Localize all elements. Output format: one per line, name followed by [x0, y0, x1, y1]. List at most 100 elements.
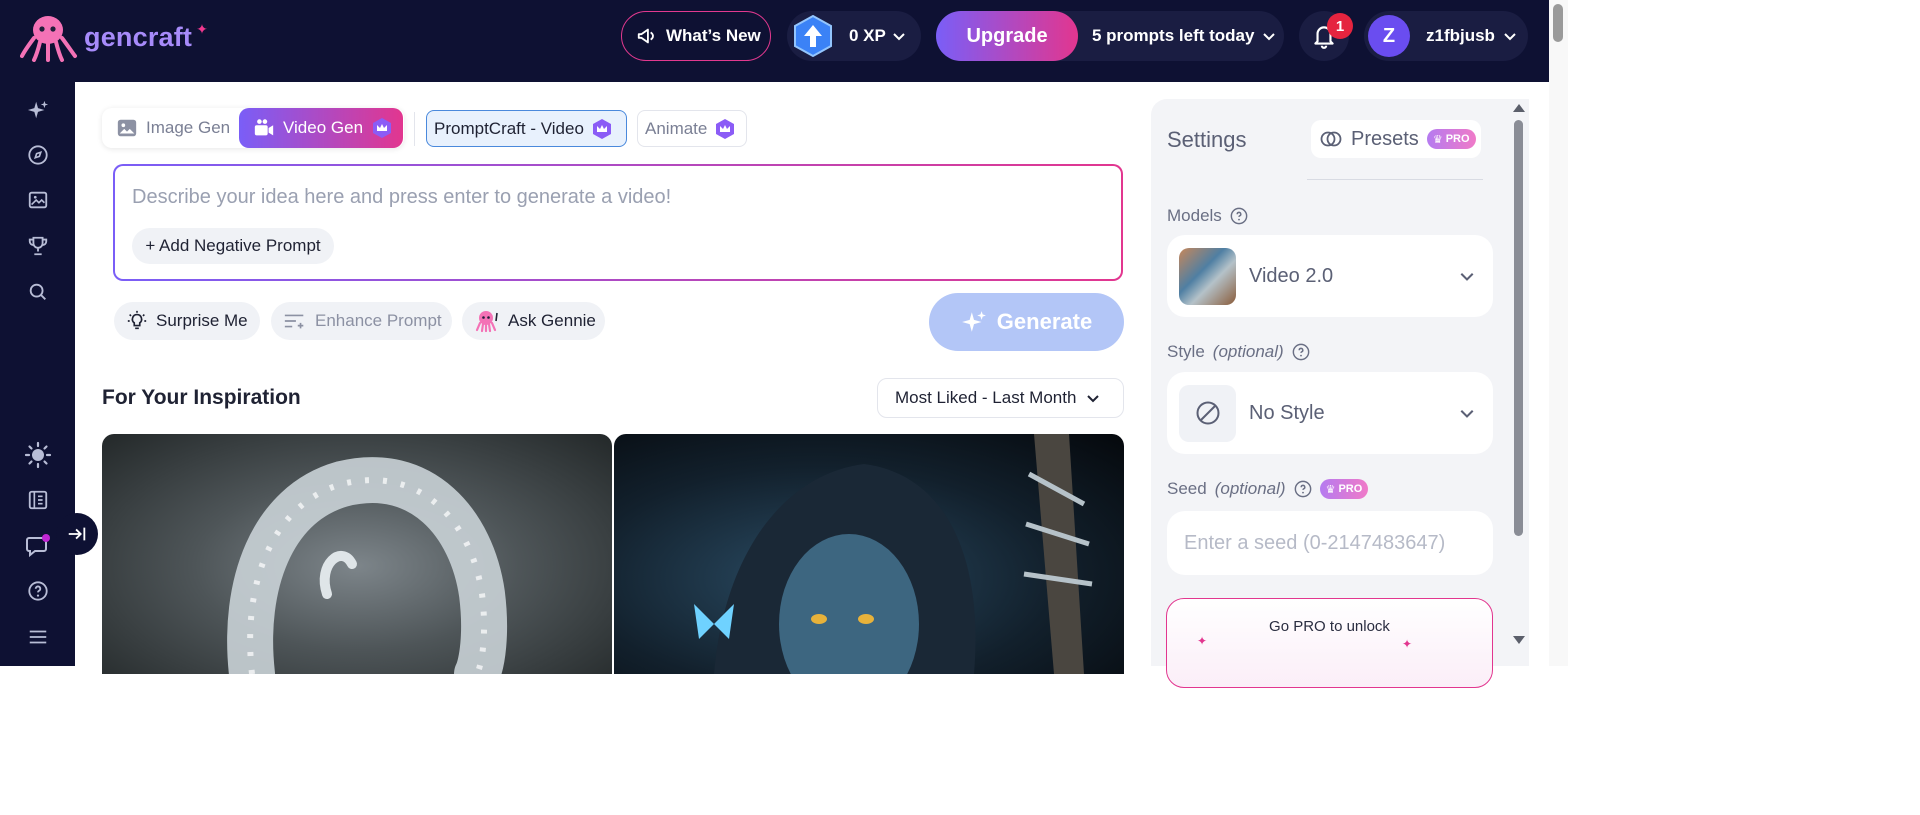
page-scrollbar[interactable] — [1549, 0, 1568, 666]
tab-video-gen-label: Video Gen — [283, 118, 364, 137]
sidebar — [0, 82, 75, 666]
whats-new-label: What’s New — [666, 26, 761, 45]
sparkle-icon: ✦ — [1197, 634, 1208, 648]
prompts-left-label: 5 prompts left today — [1092, 26, 1255, 45]
tabs-divider — [414, 112, 415, 146]
brand-name: gencraft — [84, 21, 193, 52]
compass-icon[interactable] — [24, 141, 52, 169]
go-pro-text: Go PRO to unlock — [1269, 618, 1390, 635]
surprise-me-button[interactable]: Surprise Me — [114, 302, 260, 340]
generate-button[interactable]: Generate — [929, 293, 1124, 351]
tab-video-gen[interactable]: Video Gen — [239, 108, 403, 148]
upgrade-button[interactable]: Upgrade — [936, 11, 1078, 61]
xp-dropdown[interactable]: 0 XP — [787, 11, 921, 61]
trophy-icon[interactable] — [24, 232, 52, 260]
prompt-box: Describe your idea here and press enter … — [113, 164, 1123, 281]
settings-divider — [1307, 179, 1483, 180]
user-menu[interactable]: Z z1fbjusb — [1364, 11, 1528, 61]
inspiration-title: For Your Inspiration — [102, 386, 301, 409]
style-select[interactable]: No Style — [1167, 372, 1493, 454]
lightbulb-icon — [127, 310, 147, 330]
brand-star-icon: ✦ — [196, 20, 209, 37]
gennie-octopus-icon — [475, 311, 498, 333]
sort-select[interactable]: Most Liked - Last Month — [877, 378, 1124, 418]
sparkles-icon — [961, 311, 986, 332]
help-circle-icon[interactable] — [24, 577, 52, 605]
promptcraft-video-chip[interactable]: PromptCraft - Video — [426, 110, 627, 147]
sparkles-icon[interactable] — [24, 96, 52, 124]
octopus-logo-icon — [20, 16, 77, 62]
settings-panel: Settings Presets ♛ PRO Models Video 2.0 … — [1151, 99, 1509, 688]
chevron-down-icon — [1087, 395, 1100, 403]
sort-select-value: Most Liked - Last Month — [895, 388, 1077, 407]
prompt-input[interactable]: Describe your idea here and press enter … — [132, 186, 671, 209]
style-select-value: No Style — [1249, 401, 1325, 424]
help-icon[interactable] — [1294, 480, 1312, 498]
menu-icon[interactable] — [24, 623, 52, 651]
image-icon — [117, 119, 137, 137]
generate-label: Generate — [996, 309, 1093, 334]
mode-tabs: Image Gen Video Gen — [102, 108, 404, 148]
promptcraft-label: PromptCraft - Video — [434, 118, 584, 138]
crystal-ring-image — [227, 457, 508, 674]
notification-count-badge: 1 — [1327, 13, 1353, 39]
megaphone-icon — [637, 28, 654, 44]
journal-icon[interactable] — [24, 486, 52, 514]
video-camera-icon — [254, 119, 274, 136]
top-bar: gencraft ✦ What’s New 0 XP Upgrade 5 pro… — [0, 0, 1549, 82]
inspiration-card[interactable] — [102, 434, 612, 674]
xp-level-icon — [791, 14, 835, 58]
upgrade-group: Upgrade 5 prompts left today — [936, 11, 1284, 61]
animate-chip[interactable]: Animate — [637, 110, 747, 147]
chevron-down-icon — [1263, 33, 1276, 41]
help-icon[interactable] — [1292, 343, 1310, 361]
ask-gennie-button[interactable]: Ask Gennie — [462, 302, 605, 340]
chevron-down-icon — [1460, 272, 1474, 281]
username: z1fbjusb — [1426, 26, 1495, 45]
help-icon[interactable] — [1230, 207, 1248, 225]
seed-input[interactable]: Enter a seed (0-2147483647) — [1167, 511, 1493, 575]
inspiration-card[interactable] — [614, 434, 1124, 674]
whats-new-button[interactable]: What’s New — [621, 11, 771, 61]
tab-image-gen[interactable]: Image Gen — [102, 108, 239, 148]
chevron-down-icon — [1504, 33, 1516, 41]
sparkle-icon: ✦ — [1402, 637, 1413, 651]
model-thumbnail — [1179, 247, 1236, 305]
fantasy-portrait-image — [694, 434, 1093, 674]
search-icon[interactable] — [24, 278, 52, 306]
chat-icon[interactable] — [24, 532, 52, 560]
presets-button[interactable]: Presets ♛ PRO — [1311, 120, 1481, 158]
style-label: Style (optional) — [1167, 342, 1310, 362]
presets-icon — [1320, 131, 1342, 147]
enhance-lines-icon — [284, 314, 304, 329]
add-negative-prompt-button[interactable]: + Add Negative Prompt — [132, 228, 334, 264]
sun-icon[interactable] — [24, 441, 52, 469]
no-style-icon — [1179, 384, 1236, 442]
crown-icon — [714, 118, 736, 140]
settings-title: Settings — [1167, 127, 1247, 152]
main-content: Image Gen Video Gen PromptCraft - Video … — [75, 82, 1150, 674]
xp-label: 0 XP — [849, 26, 886, 45]
avatar: Z — [1368, 15, 1410, 57]
prompts-left-dropdown[interactable]: 5 prompts left today — [1092, 26, 1276, 46]
gencraft-logo[interactable]: gencraft ✦ — [20, 12, 210, 62]
go-pro-card[interactable]: Go PRO to unlock ✦ ✦ — [1166, 598, 1493, 688]
surprise-me-label: Surprise Me — [156, 311, 248, 330]
page-scrollbar-thumb[interactable] — [1553, 4, 1563, 42]
ask-gennie-label: Ask Gennie — [508, 311, 596, 330]
notifications-button[interactable]: 1 — [1299, 11, 1353, 61]
animate-label: Animate — [645, 118, 708, 138]
chevron-down-icon — [893, 33, 905, 41]
models-label: Models — [1167, 206, 1248, 226]
tab-image-gen-label: Image Gen — [146, 118, 231, 137]
model-select-value: Video 2.0 — [1249, 264, 1334, 287]
model-select[interactable]: Video 2.0 — [1167, 235, 1493, 317]
gallery-icon[interactable] — [24, 186, 52, 214]
enhance-prompt-button[interactable]: Enhance Prompt — [271, 302, 452, 340]
crown-icon — [371, 117, 393, 139]
enhance-prompt-label: Enhance Prompt — [315, 311, 442, 330]
chevron-down-icon — [1460, 409, 1474, 418]
seed-label: Seed (optional) ♛ PRO — [1167, 479, 1369, 499]
settings-scrollbar-thumb[interactable] — [1514, 120, 1523, 536]
crown-icon — [591, 118, 613, 140]
